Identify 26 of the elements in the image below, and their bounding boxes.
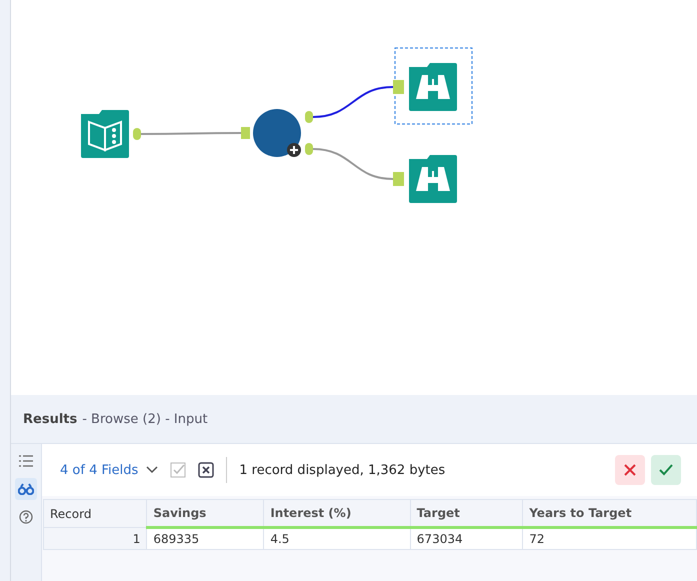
panel-title: Results [23, 412, 78, 426]
fields-dropdown[interactable]: 4 of 4 Fields [60, 462, 158, 478]
table-cell: 4.5 [264, 528, 410, 550]
record-summary: 1 record displayed, 1,362 bytes [239, 462, 446, 478]
binoculars-icon[interactable] [15, 478, 37, 500]
checkbox-icon[interactable] [170, 462, 186, 478]
column-header[interactable]: Savings [146, 500, 264, 528]
formula-tool-icon[interactable] [241, 109, 313, 157]
table-cell: 1 [44, 528, 147, 550]
confirm-button[interactable] [651, 455, 681, 485]
browse-tool-icon[interactable] [393, 155, 457, 203]
table-cell: 72 [522, 528, 696, 550]
close-icon [623, 463, 637, 477]
table-cell: 689335 [146, 528, 264, 550]
column-header[interactable]: Interest (%) [264, 500, 410, 528]
column-header[interactable]: Years to Target [522, 500, 696, 528]
input-tool-icon[interactable] [81, 110, 141, 158]
deselect-icon[interactable] [198, 462, 214, 478]
browse-tool-icon[interactable] [393, 48, 472, 124]
panel-subtitle: - Browse (2) - Input [82, 412, 208, 426]
checkmark-icon [658, 463, 674, 477]
cancel-button[interactable] [615, 455, 645, 485]
table-cell: 673034 [410, 528, 523, 550]
column-header[interactable]: Target [410, 500, 523, 528]
column-header[interactable]: Record [44, 500, 147, 528]
chevron-down-icon [146, 466, 158, 474]
